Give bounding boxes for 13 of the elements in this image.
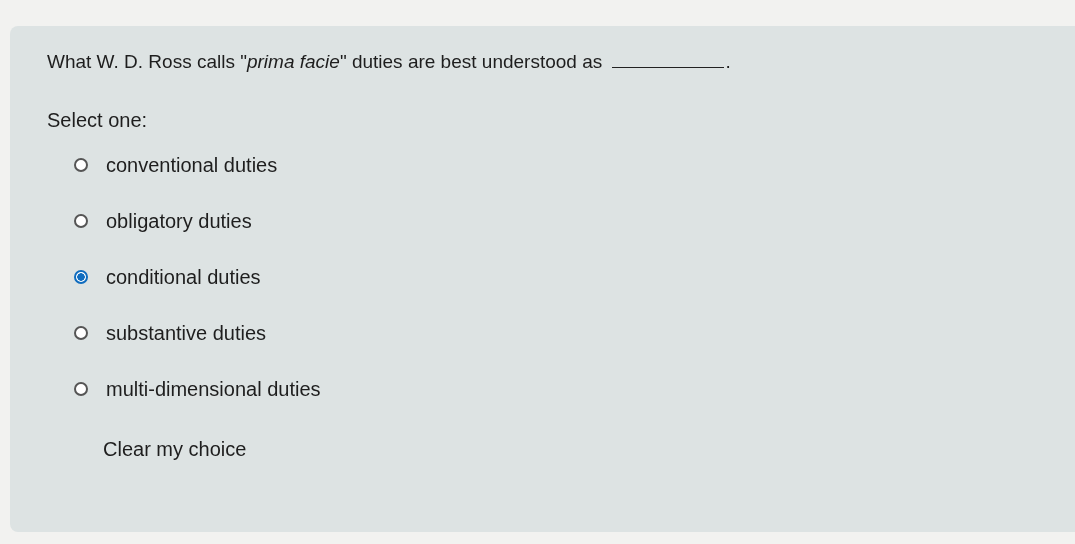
question-text: What W. D. Ross calls "prima facie" duties are best understood as . (47, 50, 732, 74)
radio-button[interactable] (74, 382, 88, 396)
radio-button[interactable] (74, 326, 88, 340)
select-one-label: Select one: (47, 109, 149, 132)
radio-button[interactable] (74, 214, 88, 228)
radio-button[interactable] (74, 158, 88, 172)
clear-choice-link[interactable]: Clear my choice (103, 438, 247, 461)
option-label[interactable]: substantive duties (106, 321, 267, 345)
option-label[interactable]: obligatory duties (106, 209, 252, 233)
radio-button[interactable] (74, 270, 88, 284)
option-label[interactable]: conditional duties (106, 265, 261, 289)
option-label[interactable]: conventional duties (106, 153, 278, 177)
option-label[interactable]: multi-dimensional duties (106, 377, 321, 401)
